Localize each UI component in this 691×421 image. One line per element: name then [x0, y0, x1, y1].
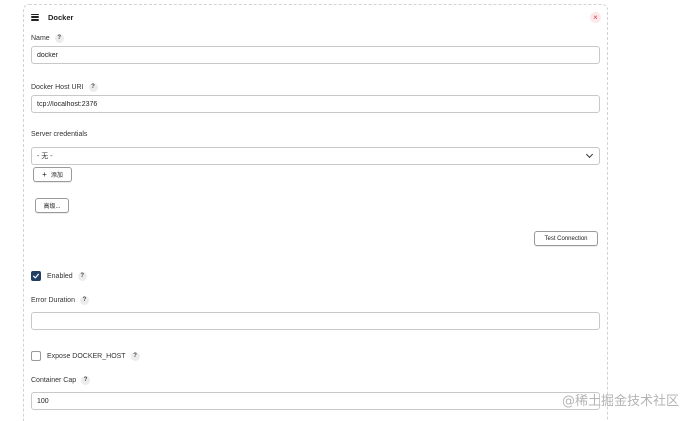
- server-credentials-label: Server credentials: [31, 131, 88, 138]
- expose-docker-host-checkbox[interactable]: [31, 351, 41, 361]
- add-label: 添加: [50, 173, 63, 179]
- server-credentials-label-row: Server credentials: [31, 131, 87, 138]
- docker-cloud-card: Docker × Name ? Docker Host URI ? Server…: [23, 4, 608, 421]
- error-duration-input[interactable]: [31, 312, 600, 330]
- card-title: Docker: [48, 12, 74, 22]
- plus-icon: +: [42, 169, 47, 179]
- container-cap-label-row: Container Cap ?: [31, 376, 91, 385]
- card-header: Docker: [31, 11, 73, 23]
- docker-host-uri-label-row: Docker Host URI ?: [31, 83, 98, 92]
- advanced-button[interactable]: 高级...: [35, 198, 69, 213]
- docker-host-uri-label: Docker Host URI: [31, 84, 84, 91]
- enabled-row: Enabled ?: [31, 271, 87, 281]
- docker-host-uri-help-icon[interactable]: ?: [88, 83, 98, 92]
- docker-host-uri-input[interactable]: [31, 95, 600, 113]
- enabled-label: Enabled: [47, 272, 73, 280]
- chevron-down-icon: [585, 150, 594, 159]
- name-label-row: Name ?: [31, 34, 64, 43]
- container-cap-input[interactable]: [31, 392, 600, 410]
- enabled-help-icon[interactable]: ?: [77, 271, 87, 281]
- server-credentials-select[interactable]: - 无 -: [31, 147, 600, 165]
- expose-docker-host-help-icon[interactable]: ?: [130, 351, 140, 361]
- expose-docker-host-row: Expose DOCKER_HOST ?: [31, 351, 140, 361]
- expose-docker-host-label: Expose DOCKER_HOST: [47, 352, 126, 360]
- watermark: @稀土掘金技术社区: [561, 394, 679, 409]
- enabled-checkbox[interactable]: [31, 271, 41, 281]
- hamburger-icon[interactable]: [31, 13, 39, 21]
- name-label: Name: [31, 35, 50, 42]
- container-cap-help-icon[interactable]: ?: [81, 376, 91, 385]
- close-icon[interactable]: ×: [590, 12, 601, 23]
- name-input[interactable]: [31, 46, 600, 64]
- name-help-icon[interactable]: ?: [54, 34, 64, 43]
- add-credentials-button[interactable]: + 添加: [33, 167, 72, 182]
- check-icon: [33, 273, 39, 279]
- error-duration-label: Error Duration: [31, 297, 75, 304]
- error-duration-label-row: Error Duration ?: [31, 296, 89, 305]
- container-cap-label: Container Cap: [31, 377, 77, 384]
- test-connection-button[interactable]: Test Connection: [534, 231, 598, 246]
- error-duration-help-icon[interactable]: ?: [79, 296, 89, 305]
- server-credentials-selected: - 无 -: [37, 153, 53, 160]
